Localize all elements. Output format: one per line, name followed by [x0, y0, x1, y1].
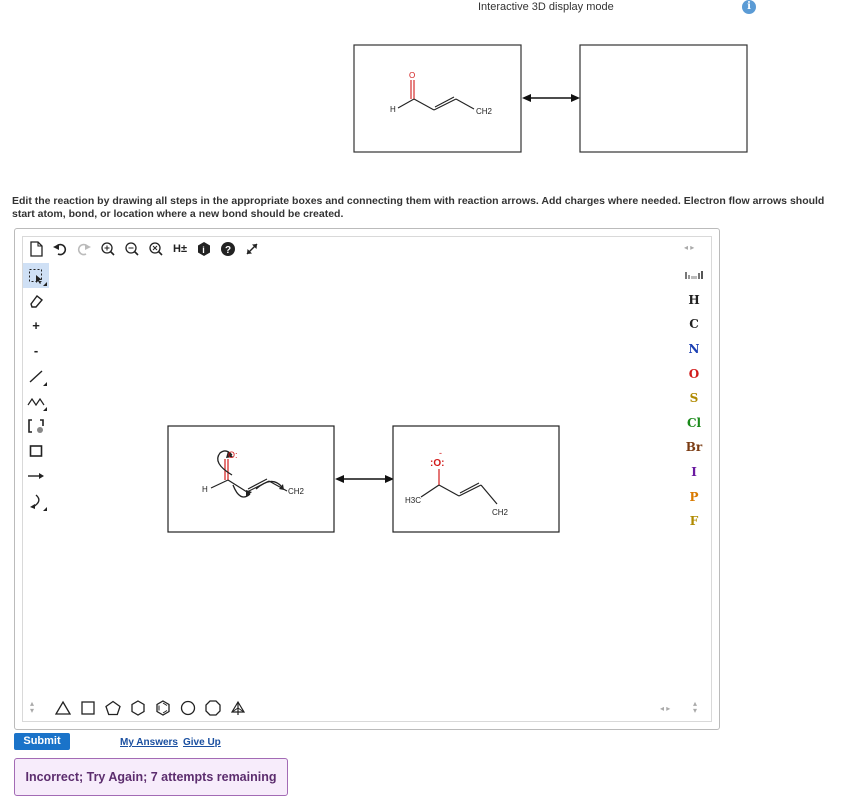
element-s[interactable]: S [681, 386, 707, 411]
h-plus-minus-button[interactable]: H± [168, 238, 192, 260]
element-n[interactable]: N [681, 337, 707, 362]
box1-h-label: H [202, 485, 208, 494]
element-cl[interactable]: Cl [681, 411, 707, 436]
select-tool-icon[interactable] [23, 263, 49, 288]
heptagon-shape-icon[interactable] [175, 697, 200, 719]
element-br[interactable]: Br [681, 435, 707, 460]
left-toolbar: + - [23, 263, 49, 513]
submit-button[interactable]: Submit [14, 733, 70, 750]
eraser-tool-icon[interactable] [23, 288, 49, 313]
element-p[interactable]: P [681, 484, 707, 509]
element-f[interactable]: F [681, 509, 707, 534]
box1-ch2-label: CH2 [288, 487, 305, 496]
preview-ch2-label: CH2 [476, 107, 493, 116]
box2-o-label: :O: [430, 458, 444, 469]
element-o[interactable]: O [681, 361, 707, 386]
undo-icon[interactable] [48, 238, 72, 260]
negative-charge-tool[interactable]: - [23, 338, 49, 363]
hexagon-shape-icon[interactable] [125, 697, 150, 719]
preview-o-label: O [409, 71, 415, 80]
octagon-shape-icon[interactable] [200, 697, 225, 719]
zoom-reset-icon[interactable] [144, 238, 168, 260]
preview-reaction: H O CH2 [353, 44, 748, 153]
help-icon[interactable]: ? [216, 238, 240, 260]
display-mode-label[interactable]: Interactive 3D display mode [478, 1, 614, 13]
curved-arrow-tool-icon[interactable] [23, 488, 49, 513]
my-answers-link[interactable]: My Answers [120, 737, 178, 748]
element-c[interactable]: C [681, 312, 707, 337]
top-toolbar: H± i ? [24, 237, 264, 261]
preview-left-box [353, 44, 522, 153]
feedback-message: Incorrect; Try Again; 7 attempts remaini… [14, 758, 288, 796]
rectangle-tool-icon[interactable] [23, 438, 49, 463]
reaction-arrow-tool-icon[interactable] [23, 463, 49, 488]
box2-h3c-label: H3C [405, 496, 421, 505]
svg-text:i: i [202, 245, 205, 255]
instructions-text: Edit the reaction by drawing all steps i… [12, 195, 825, 220]
chain-tool-icon[interactable] [23, 388, 49, 413]
triangle-shape-icon[interactable] [50, 697, 75, 719]
element-list: H C N O S Cl Br I P F [681, 288, 707, 534]
element-toolbar: H C N O S Cl Br I P F [681, 263, 707, 534]
reaction-box-2 [392, 425, 560, 533]
give-up-link[interactable]: Give Up [183, 737, 221, 748]
toolbar-scroll-arrows[interactable]: ◂ ▸ [684, 243, 694, 252]
preview-h-label: H [390, 105, 396, 114]
bottom-right-scroll-arrows[interactable]: ◂ ▸ [660, 704, 670, 713]
zoom-out-icon[interactable] [120, 238, 144, 260]
vertical-scroll-arrows[interactable]: ▴ ▾ [693, 700, 697, 715]
drawing-canvas[interactable]: O: H CH2 :O: - H3C CH2 [50, 263, 680, 691]
single-bond-tool-icon[interactable] [23, 363, 49, 388]
box2-ch2-label: CH2 [492, 508, 509, 517]
pentagon-shape-icon[interactable] [100, 697, 125, 719]
element-i[interactable]: I [681, 460, 707, 485]
fullscreen-icon[interactable] [240, 238, 264, 260]
element-h[interactable]: H [681, 288, 707, 313]
positive-charge-tool[interactable]: + [23, 313, 49, 338]
zoom-in-icon[interactable] [96, 238, 120, 260]
bracket-tool-icon[interactable] [23, 413, 49, 438]
box1-o-label: O: [228, 450, 238, 460]
shapes-scroll-arrows[interactable]: ▴ ▾ [30, 700, 34, 715]
bicyclic-shape-icon[interactable] [225, 697, 250, 719]
preview-right-box [579, 44, 748, 153]
info-hexagon-icon[interactable]: i [192, 238, 216, 260]
square-shape-icon[interactable] [75, 697, 100, 719]
redo-icon[interactable] [72, 238, 96, 260]
info-icon[interactable]: i [742, 0, 756, 14]
reaction-box-1 [167, 425, 335, 533]
box2-charge: - [439, 448, 442, 458]
benzene-shape-icon[interactable] [150, 697, 175, 719]
shapes-toolbar [50, 696, 250, 720]
periodic-table-icon[interactable] [681, 263, 707, 288]
new-document-icon[interactable] [24, 238, 48, 260]
svg-text:?: ? [225, 245, 231, 256]
